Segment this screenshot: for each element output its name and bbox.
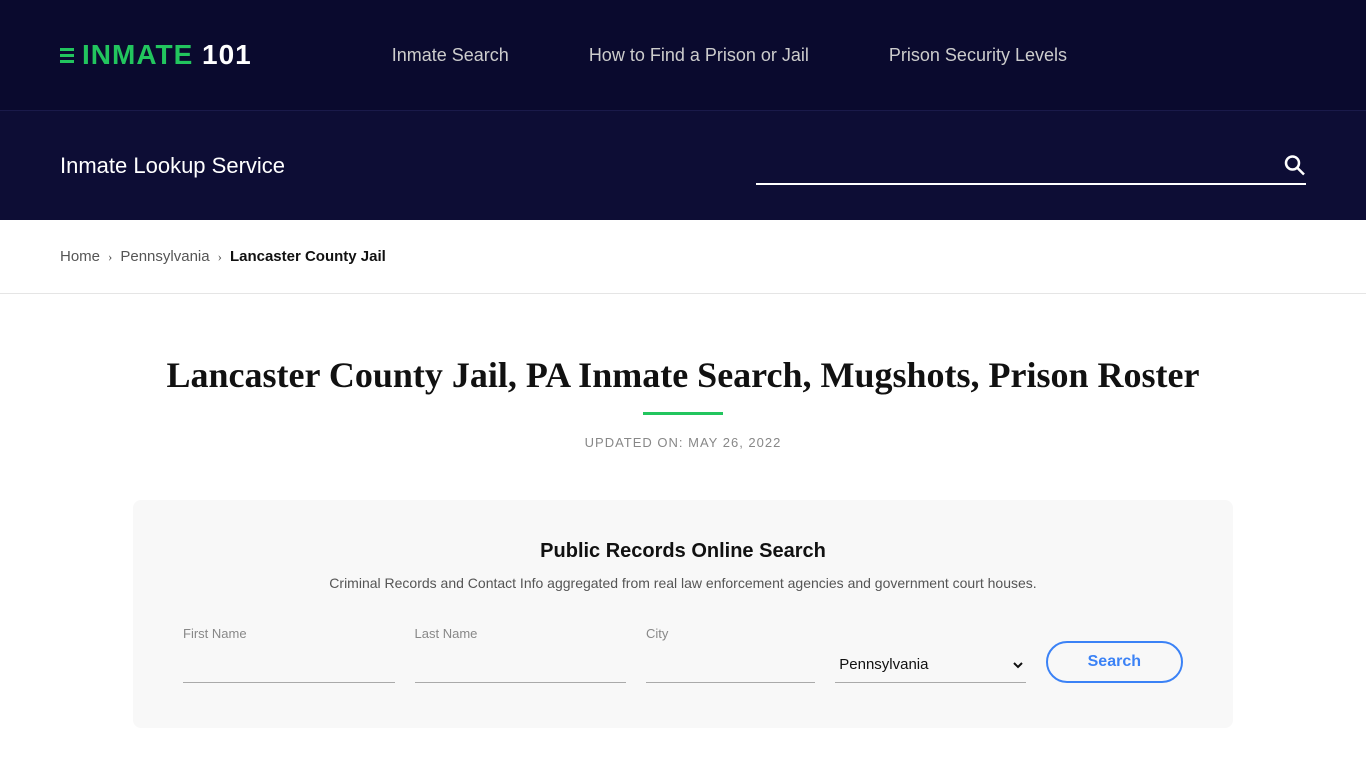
first-name-input[interactable] xyxy=(183,649,395,683)
search-records-button[interactable]: Search xyxy=(1046,641,1183,683)
first-name-label: First Name xyxy=(183,626,395,641)
logo-bars-icon xyxy=(60,48,74,63)
search-button-icon[interactable] xyxy=(1282,152,1306,179)
breadcrumb-state[interactable]: Pennsylvania xyxy=(120,248,209,265)
city-field: City xyxy=(646,626,815,683)
updated-label: UPDATED ON: MAY 26, 2022 xyxy=(585,435,782,450)
nav-how-to-find[interactable]: How to Find a Prison or Jail xyxy=(589,45,809,66)
last-name-input[interactable] xyxy=(415,649,627,683)
breadcrumb-home[interactable]: Home xyxy=(60,248,100,265)
breadcrumb: Home › Pennsylvania › Lancaster County J… xyxy=(0,220,1366,294)
state-field: AlabamaAlaskaArizonaArkansasCaliforniaCo… xyxy=(835,647,1025,683)
first-name-field: First Name xyxy=(183,626,395,683)
breadcrumb-separator-1: › xyxy=(108,249,112,265)
city-label: City xyxy=(646,626,815,641)
logo-text: INMATE 101 xyxy=(82,39,252,71)
last-name-label: Last Name xyxy=(415,626,627,641)
search-service-label: Inmate Lookup Service xyxy=(60,153,285,179)
search-bar-section: Inmate Lookup Service xyxy=(0,110,1366,220)
last-name-field: Last Name xyxy=(415,626,627,683)
public-records-title: Public Records Online Search xyxy=(183,540,1183,563)
search-form: First Name Last Name City AlabamaAlaskaA… xyxy=(183,626,1183,683)
search-input-container xyxy=(756,146,1306,185)
public-records-box: Public Records Online Search Criminal Re… xyxy=(133,500,1233,728)
breadcrumb-current: Lancaster County Jail xyxy=(230,248,386,265)
public-records-desc: Criminal Records and Contact Info aggreg… xyxy=(183,575,1183,591)
logo[interactable]: INMATE 101 xyxy=(60,39,252,71)
state-select[interactable]: AlabamaAlaskaArizonaArkansasCaliforniaCo… xyxy=(835,647,1025,683)
city-input[interactable] xyxy=(646,649,815,683)
nav-inmate-search[interactable]: Inmate Search xyxy=(392,45,509,66)
search-input[interactable] xyxy=(756,146,1306,185)
top-navigation: INMATE 101 Inmate Search How to Find a P… xyxy=(0,0,1366,110)
nav-links: Inmate Search How to Find a Prison or Ja… xyxy=(392,45,1067,66)
title-underline xyxy=(643,412,723,415)
breadcrumb-separator-2: › xyxy=(218,249,222,265)
page-title: Lancaster County Jail, PA Inmate Search,… xyxy=(167,354,1200,396)
main-content: Lancaster County Jail, PA Inmate Search,… xyxy=(0,294,1366,768)
search-icon xyxy=(1282,152,1306,176)
nav-prison-security[interactable]: Prison Security Levels xyxy=(889,45,1067,66)
